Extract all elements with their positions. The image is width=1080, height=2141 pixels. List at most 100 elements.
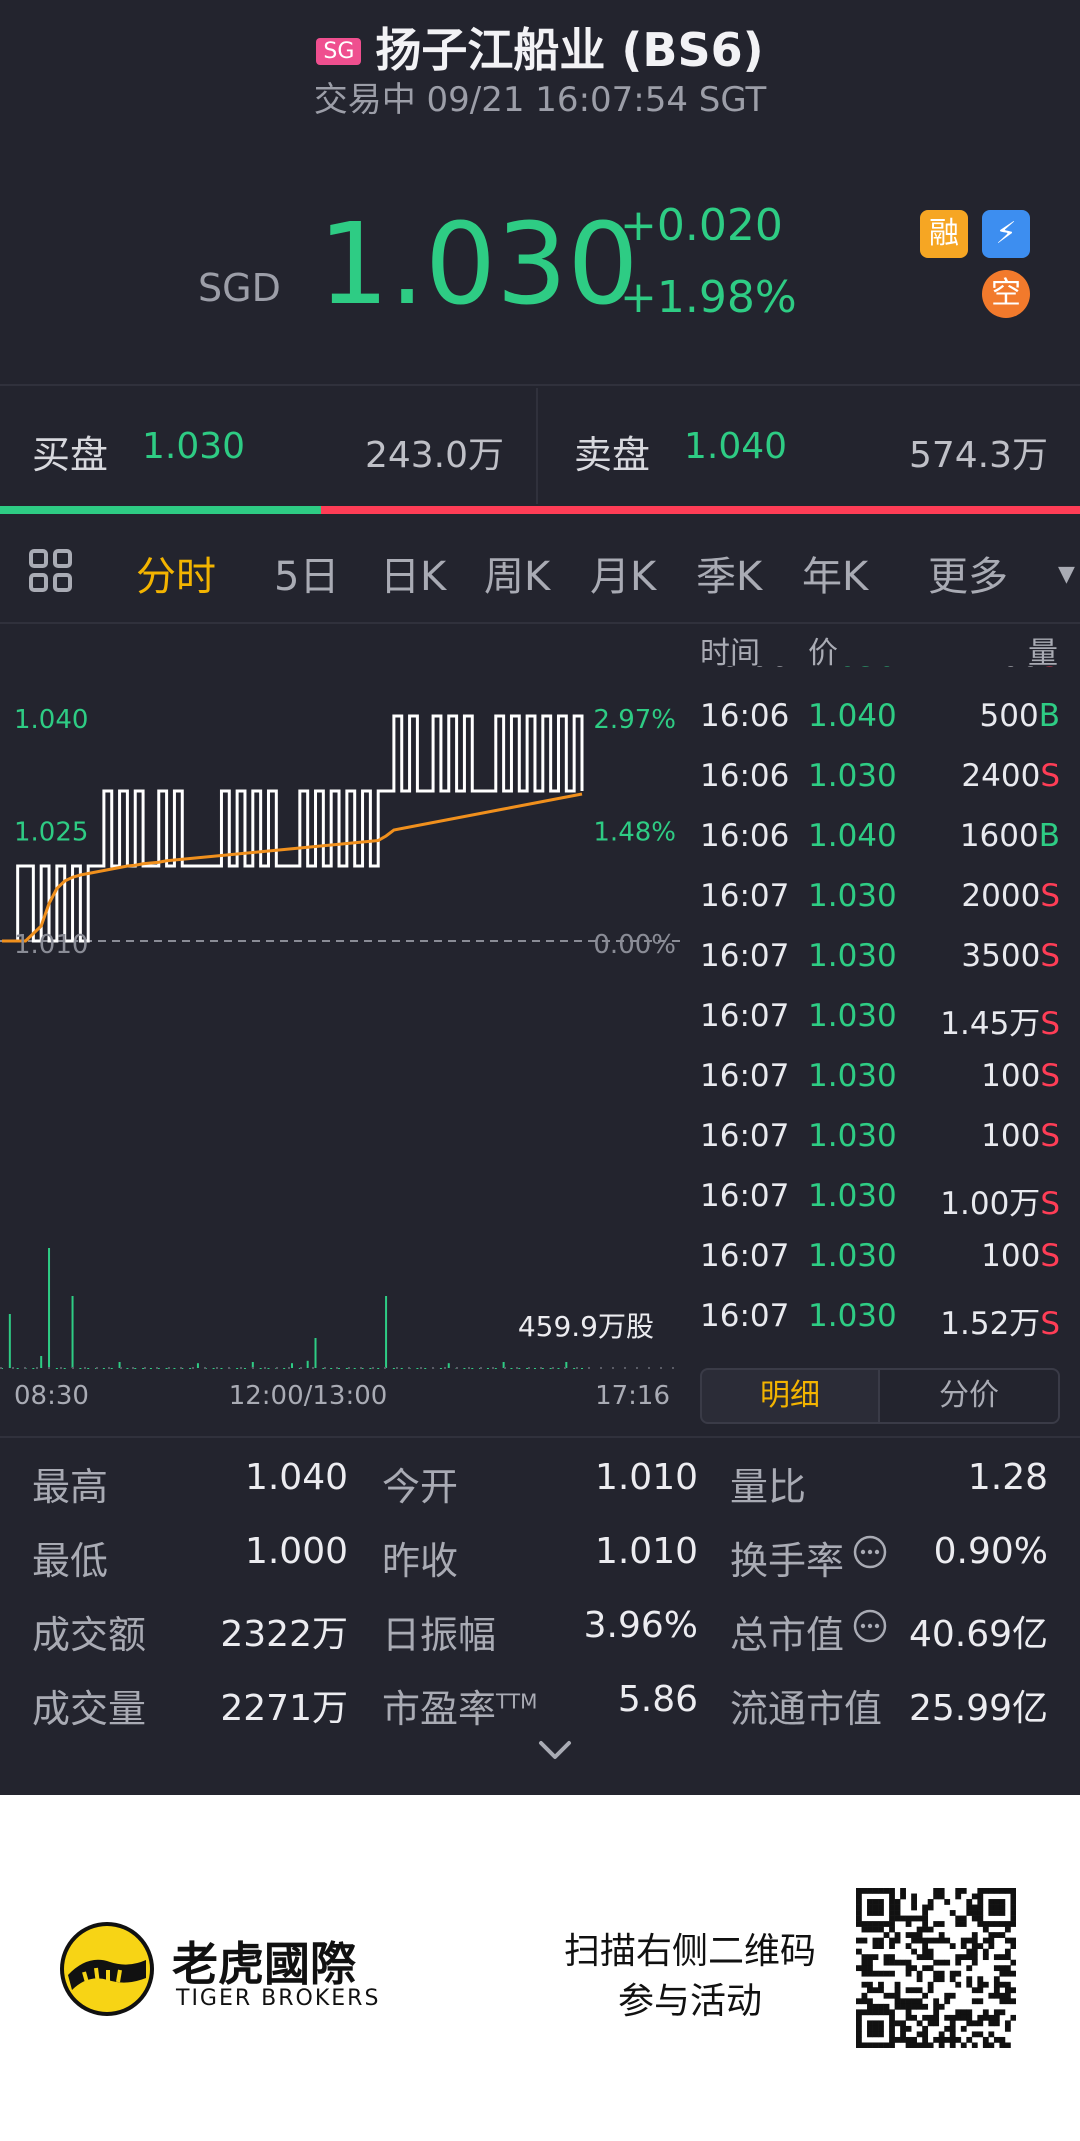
tick-volume: 100S bbox=[981, 1118, 1060, 1154]
tick-time: 16:06 bbox=[700, 666, 789, 674]
chevron-down-icon[interactable]: ▼ bbox=[1058, 562, 1075, 587]
volume-total-label: 459.9万股 bbox=[518, 1310, 654, 1343]
tick-side: S bbox=[1040, 1238, 1060, 1274]
volume-bar bbox=[526, 1368, 529, 1369]
volume-bar bbox=[126, 1368, 129, 1369]
pe-label-superscript: TTM bbox=[496, 1689, 538, 1714]
tab-intraday[interactable]: 分时 bbox=[136, 544, 216, 602]
volume-bar bbox=[71, 1296, 74, 1368]
tick-row: 16:07 1.030 100S bbox=[700, 1058, 1060, 1118]
more-info-icon[interactable] bbox=[852, 1608, 888, 1644]
divider bbox=[536, 388, 538, 504]
tick-time: 16:07 bbox=[700, 1178, 790, 1214]
tick-list[interactable]: 16:061.030100S16:061.040500B16:061.03024… bbox=[690, 666, 1080, 1362]
volume-bar bbox=[533, 1368, 536, 1369]
volume-bar bbox=[416, 1368, 419, 1369]
tab-more[interactable]: 更多 bbox=[928, 544, 1008, 602]
tick-price: 1.030 bbox=[808, 1178, 897, 1214]
volume-bar bbox=[16, 1368, 19, 1369]
more-info-icon[interactable] bbox=[852, 1534, 888, 1570]
by-price-toggle[interactable]: 分价 bbox=[878, 1368, 1060, 1424]
tick-volume-value: 2400 bbox=[961, 758, 1041, 794]
tick-volume-value: 100 bbox=[981, 666, 1040, 674]
tick-volume-value: 3500 bbox=[961, 938, 1041, 974]
tick-volume: 1600B bbox=[960, 818, 1060, 854]
volume-bar bbox=[353, 1368, 356, 1369]
tick-volume-value: 1600 bbox=[959, 818, 1039, 854]
expand-chevron-icon[interactable] bbox=[536, 1738, 574, 1762]
volume-bar bbox=[494, 1368, 497, 1369]
tab-monthly-k[interactable]: 月K bbox=[590, 544, 656, 602]
volume-bar bbox=[283, 1368, 286, 1369]
tick-time: 16:07 bbox=[700, 938, 790, 974]
tab-5day[interactable]: 5日 bbox=[274, 544, 339, 602]
tick-row: 16:07 1.030 2000S bbox=[700, 878, 1060, 938]
volume-bar bbox=[236, 1368, 239, 1369]
stat-label-turnover-rate: 换手率 bbox=[730, 1539, 845, 1583]
detail-toggle[interactable]: 明细 bbox=[700, 1368, 880, 1424]
bid-volume: 243.0万 bbox=[364, 435, 504, 476]
tick-time: 16:07 bbox=[700, 1298, 790, 1334]
volume-bar bbox=[196, 1363, 199, 1368]
volume-bar bbox=[581, 1368, 583, 1369]
ask-price: 1.040 bbox=[684, 426, 788, 467]
volume-bar bbox=[243, 1368, 246, 1369]
tick-volume: 1.00万S bbox=[940, 1178, 1060, 1223]
tab-daily-k[interactable]: 日K bbox=[380, 544, 446, 602]
stat-label-prev-close: 昨收 bbox=[382, 1539, 459, 1583]
tick-time: 16:06 bbox=[700, 698, 790, 734]
tab-weekly-k[interactable]: 周K bbox=[484, 544, 550, 602]
stat-value-market-cap: 40.69亿 bbox=[908, 1614, 1048, 1655]
volume-bar bbox=[212, 1368, 215, 1369]
tick-volume-value: 100 bbox=[981, 1238, 1041, 1274]
tick-price: 1.030 bbox=[808, 1118, 897, 1154]
y-axis-pct-label: 1.48% bbox=[593, 818, 676, 848]
margin-icon[interactable]: 融 bbox=[920, 210, 968, 258]
tick-row: 16:06 1.030 2400S bbox=[700, 758, 1060, 818]
pe-label-text: 市盈率 bbox=[382, 1687, 497, 1731]
tick-time: 16:07 bbox=[700, 998, 790, 1034]
stat-value-prev-close: 1.010 bbox=[594, 1531, 698, 1572]
volume-bar bbox=[518, 1368, 521, 1369]
volume-bar bbox=[573, 1368, 576, 1369]
volume-bar bbox=[220, 1368, 223, 1369]
volume-bar bbox=[87, 1368, 90, 1369]
tick-volume: 2400S bbox=[961, 758, 1060, 794]
tick-side: S bbox=[1040, 1006, 1060, 1042]
ask-label: 卖盘 bbox=[574, 433, 651, 477]
intraday-chart[interactable]: 1.040 1.025 1.010 2.97% 1.48% 0.00% 459.9万股 08:… bbox=[0, 626, 690, 1406]
tab-yearly-k[interactable]: 年K bbox=[802, 544, 868, 602]
page-title: SG 扬子江船业 (BS6) bbox=[0, 14, 1080, 80]
volume-bar bbox=[541, 1368, 544, 1369]
stat-label-volume-ratio: 量比 bbox=[730, 1465, 807, 1509]
fast-trade-icon[interactable]: ⚡ bbox=[982, 210, 1030, 258]
tick-price: 1.030 bbox=[808, 1298, 897, 1334]
y-axis-label: 1.040 bbox=[14, 705, 88, 735]
volume-bar bbox=[447, 1363, 450, 1368]
stat-label-low: 最低 bbox=[32, 1539, 109, 1583]
tick-volume: 100S bbox=[981, 666, 1060, 674]
stat-value-turnover: 2322万 bbox=[220, 1614, 348, 1655]
qr-code[interactable] bbox=[856, 1888, 1016, 2048]
tick-price: 1.030 bbox=[808, 878, 897, 914]
tick-time: 16:06 bbox=[700, 758, 790, 794]
divider bbox=[0, 384, 1080, 386]
volume-bar bbox=[8, 1314, 11, 1368]
last-price: 1.030 bbox=[318, 200, 639, 330]
volume-bar bbox=[510, 1368, 513, 1369]
tick-row: 16:07 1.030 1.52万S bbox=[700, 1298, 1060, 1358]
volume-bar bbox=[165, 1368, 168, 1369]
y-axis-pct-label: 2.97% bbox=[593, 705, 676, 735]
grid-icon[interactable] bbox=[28, 548, 74, 594]
price-change: +0.020 bbox=[620, 200, 783, 251]
volume-bar bbox=[102, 1368, 105, 1369]
tab-quarterly-k[interactable]: 季K bbox=[696, 544, 762, 602]
volume-bar bbox=[134, 1368, 137, 1369]
tick-time: 16:07 bbox=[700, 1058, 790, 1094]
tick-volume: 500B bbox=[980, 698, 1060, 734]
volume-bar bbox=[79, 1368, 82, 1369]
volume-bar bbox=[55, 1368, 58, 1369]
short-sell-icon[interactable]: 空 bbox=[982, 270, 1030, 318]
volume-bar bbox=[149, 1368, 152, 1369]
volume-bar bbox=[291, 1363, 293, 1368]
